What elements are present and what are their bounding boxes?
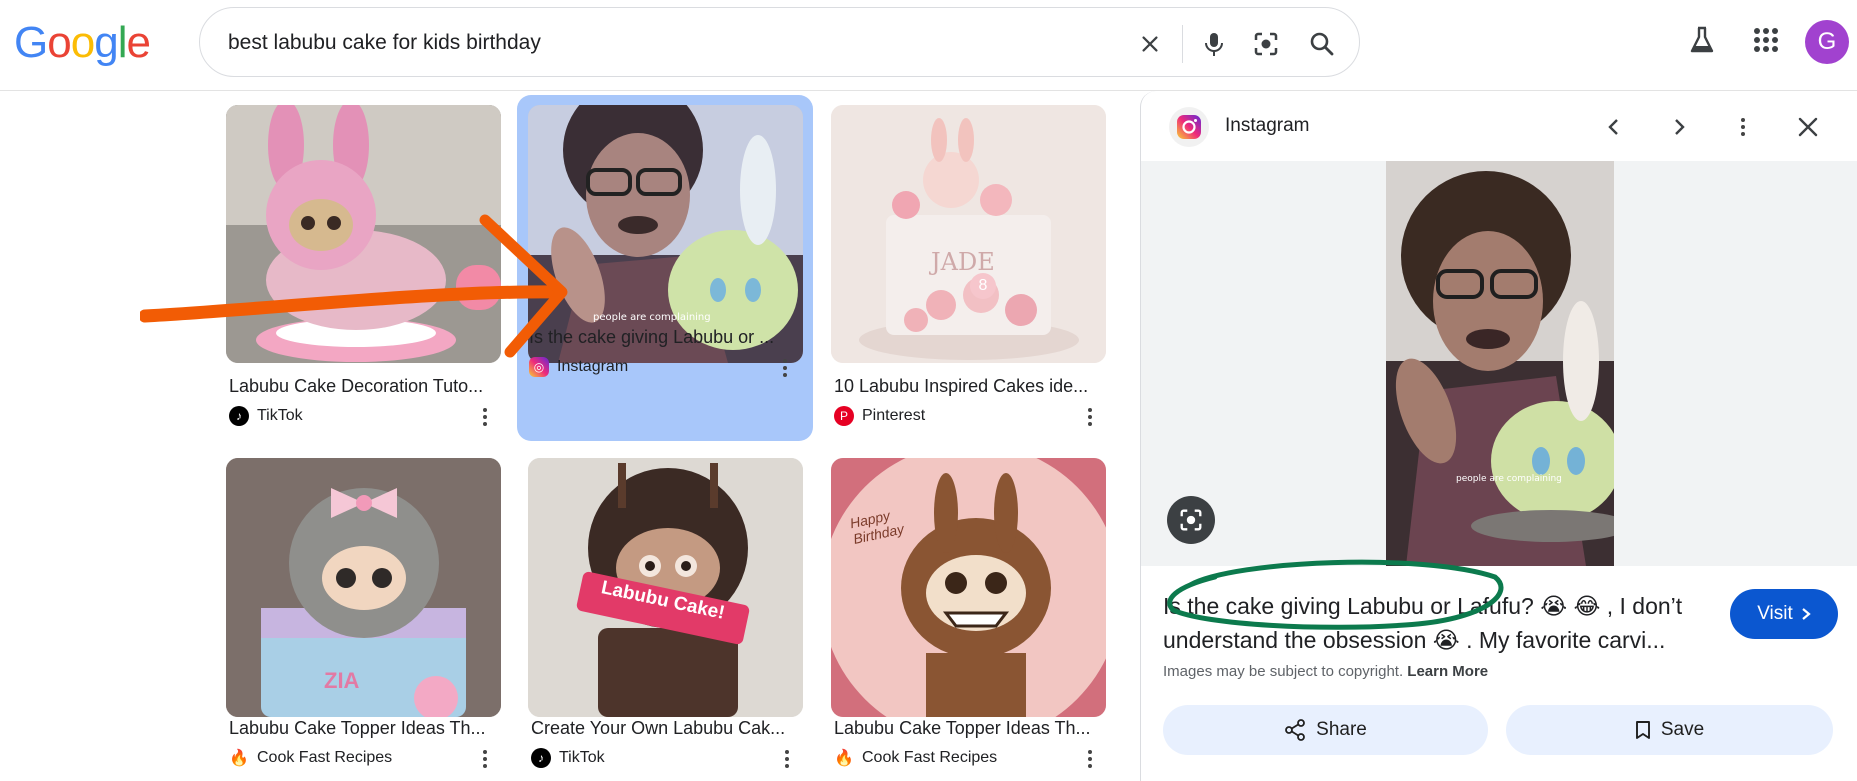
share-button[interactable]: Share (1163, 705, 1488, 755)
logo-letter: o (47, 18, 72, 67)
search-input[interactable]: best labubu cake for kids birthday (228, 31, 541, 55)
image-result[interactable]: Happy Birthday Labubu Cake Topper Ideas … (831, 458, 1127, 778)
panel-header: Instagram (1141, 91, 1857, 161)
annotation-arrow (140, 214, 568, 358)
more-options-icon[interactable] (475, 747, 495, 771)
clear-icon[interactable] (1134, 28, 1166, 60)
visit-label: Visit (1757, 603, 1793, 624)
logo-letter: g (94, 18, 119, 67)
logo-letter: o (70, 18, 96, 67)
tiktok-icon: ♪ (531, 748, 551, 768)
preview-image[interactable]: people are complaining (1386, 161, 1614, 566)
preview-image-area: people are complaining (1141, 161, 1857, 566)
result-title[interactable]: Create Your Own Labubu Cak... (531, 718, 801, 739)
image-result[interactable]: JADE 8 10 Labubu Inspired Cakes ide... P… (831, 105, 1127, 426)
more-options-icon[interactable] (1080, 405, 1100, 429)
chevron-right-icon (1802, 608, 1811, 620)
svg-text:JADE: JADE (928, 248, 995, 276)
account-avatar[interactable]: G (1805, 20, 1849, 64)
image-result[interactable]: Labubu Cake! Create Your Own Labubu Cak.… (528, 458, 824, 778)
bookmark-icon (1635, 721, 1650, 739)
learn-more-link[interactable]: Learn More (1407, 663, 1488, 680)
svg-text:people are complaining: people are complaining (1456, 474, 1562, 484)
next-chevron-icon[interactable] (1662, 110, 1696, 144)
image-result[interactable]: ZIA Labubu Cake Topper Ideas Th... 🔥 Coo… (226, 458, 522, 778)
result-source[interactable]: P Pinterest (834, 406, 925, 426)
previous-chevron-icon[interactable] (1597, 110, 1631, 144)
top-bar: Google best labubu cake for kids birthda… (0, 0, 1857, 91)
flame-icon: 🔥 (834, 748, 854, 768)
source-name: TikTok (257, 407, 303, 424)
share-icon (1285, 719, 1306, 741)
search-divider (1182, 25, 1183, 63)
source-name: Cook Fast Recipes (257, 749, 393, 766)
result-source[interactable]: 🔥 Cook Fast Recipes (834, 748, 997, 768)
svg-text:people are complaining: people are complaining (593, 312, 711, 323)
result-thumbnail[interactable]: Labubu Cake! (528, 458, 803, 717)
lens-search-icon[interactable] (1167, 496, 1215, 544)
copyright-notice: Images may be subject to copyright. Lear… (1163, 663, 1488, 680)
search-icon[interactable] (1306, 28, 1338, 60)
result-source[interactable]: ♪ TikTok (229, 406, 303, 426)
more-options-icon[interactable] (775, 356, 795, 380)
result-source[interactable]: 🔥 Cook Fast Recipes (229, 748, 392, 768)
result-source[interactable]: ♪ TikTok (531, 748, 605, 768)
result-title[interactable]: 10 Labubu Inspired Cakes ide... (834, 376, 1104, 397)
flame-icon: 🔥 (229, 748, 249, 768)
apps-grid-icon[interactable] (1750, 24, 1782, 56)
pinterest-icon: P (834, 406, 854, 426)
close-icon[interactable] (1791, 110, 1825, 144)
share-label: Share (1316, 719, 1367, 740)
more-options-icon[interactable] (777, 747, 797, 771)
google-logo[interactable]: Google (14, 18, 151, 68)
labs-flask-icon[interactable] (1686, 24, 1718, 56)
result-thumbnail[interactable]: JADE 8 (831, 105, 1106, 363)
annotation-circle (1167, 559, 1504, 630)
save-button[interactable]: Save (1506, 705, 1833, 755)
microphone-icon[interactable] (1198, 28, 1230, 60)
result-thumbnail[interactable]: ZIA (226, 458, 501, 717)
source-name: TikTok (559, 749, 605, 766)
instagram-icon (1169, 107, 1209, 147)
image-results-grid: Labubu Cake Decoration Tuto... ♪ TikTok (0, 91, 1140, 781)
search-box[interactable]: best labubu cake for kids birthday (199, 7, 1360, 77)
save-label: Save (1660, 719, 1705, 740)
panel-source-name[interactable]: Instagram (1225, 115, 1309, 137)
logo-letter: e (126, 18, 151, 67)
visit-button[interactable]: Visit (1730, 589, 1838, 639)
result-title[interactable]: Labubu Cake Topper Ideas Th... (834, 718, 1104, 739)
source-name: Cook Fast Recipes (862, 749, 998, 766)
preview-panel: Instagram people are complaining Is the … (1140, 91, 1857, 781)
more-options-icon[interactable] (1080, 747, 1100, 771)
result-title[interactable]: Labubu Cake Decoration Tuto... (229, 376, 499, 397)
logo-letter: G (14, 18, 48, 67)
copyright-text: Images may be subject to copyright. (1163, 663, 1404, 680)
source-name: Pinterest (862, 407, 926, 424)
result-title[interactable]: Labubu Cake Topper Ideas Th... (229, 718, 499, 739)
result-thumbnail[interactable]: Happy Birthday (831, 458, 1106, 717)
more-options-icon[interactable] (475, 405, 495, 429)
cake-name-text: ZIA (324, 668, 360, 693)
plate-number: 8 (970, 273, 996, 299)
tiktok-icon: ♪ (229, 406, 249, 426)
logo-letter: l (117, 18, 128, 67)
more-options-icon[interactable] (1733, 115, 1753, 139)
google-lens-icon[interactable] (1250, 28, 1282, 60)
